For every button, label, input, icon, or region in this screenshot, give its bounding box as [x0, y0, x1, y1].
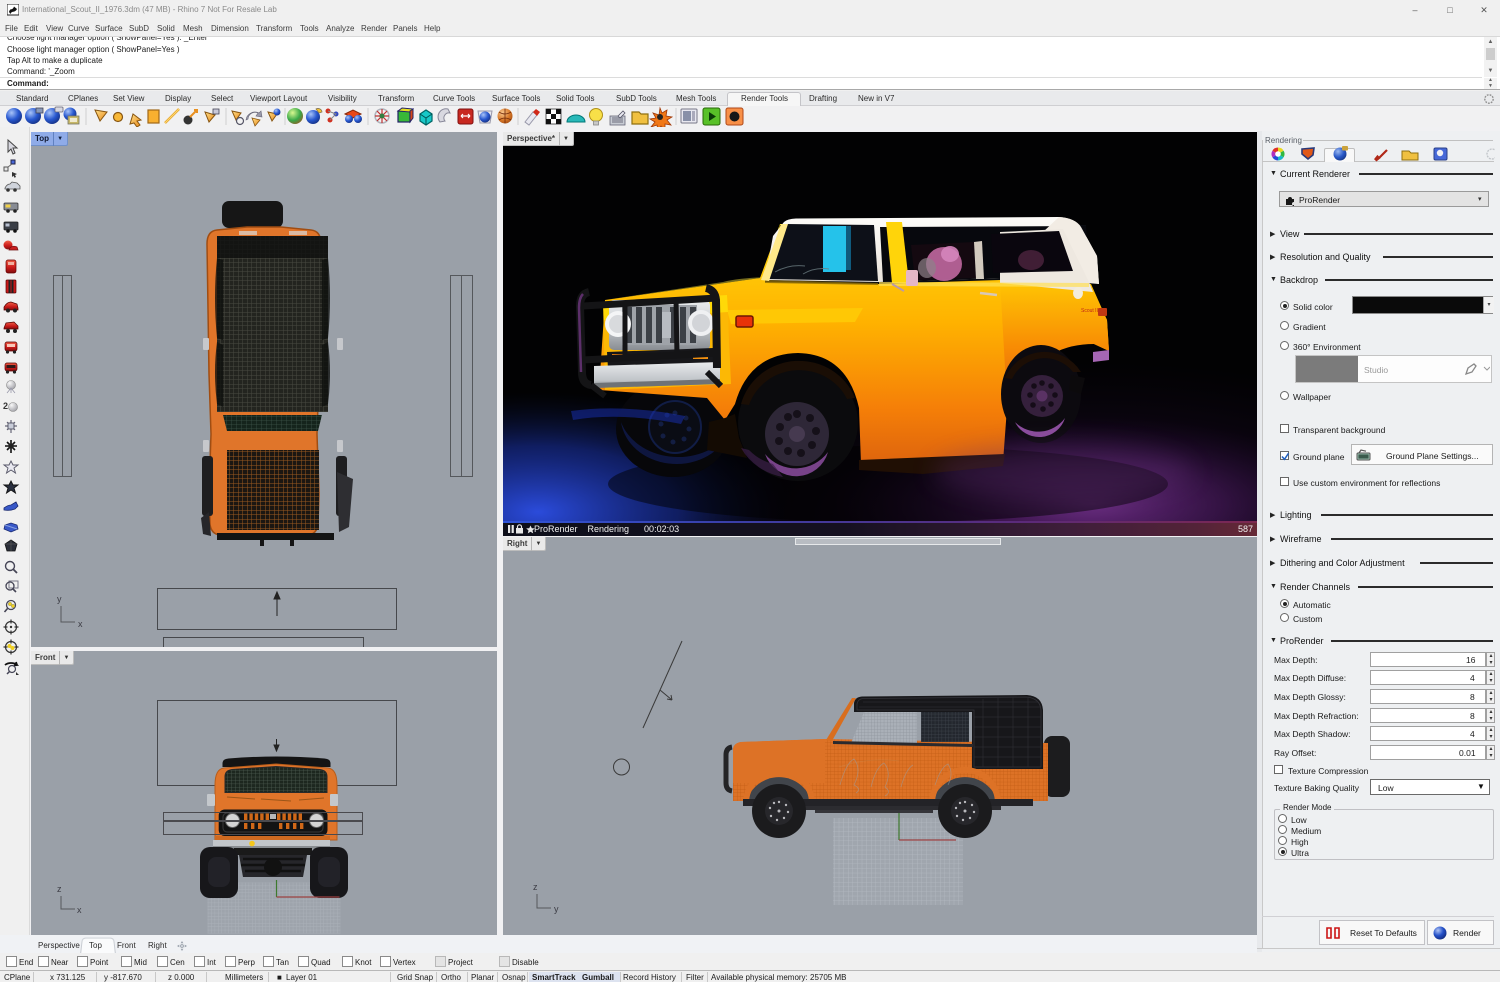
svg-text:x: x	[78, 619, 83, 629]
svg-text:x: x	[77, 905, 82, 915]
svg-text:z: z	[57, 884, 62, 894]
svg-text:2: 2	[3, 401, 8, 411]
svg-text:y: y	[57, 594, 62, 604]
svg-text:z: z	[533, 882, 538, 892]
svg-text:y: y	[554, 904, 559, 914]
svg-text:Scout II: Scout II	[1081, 308, 1098, 314]
